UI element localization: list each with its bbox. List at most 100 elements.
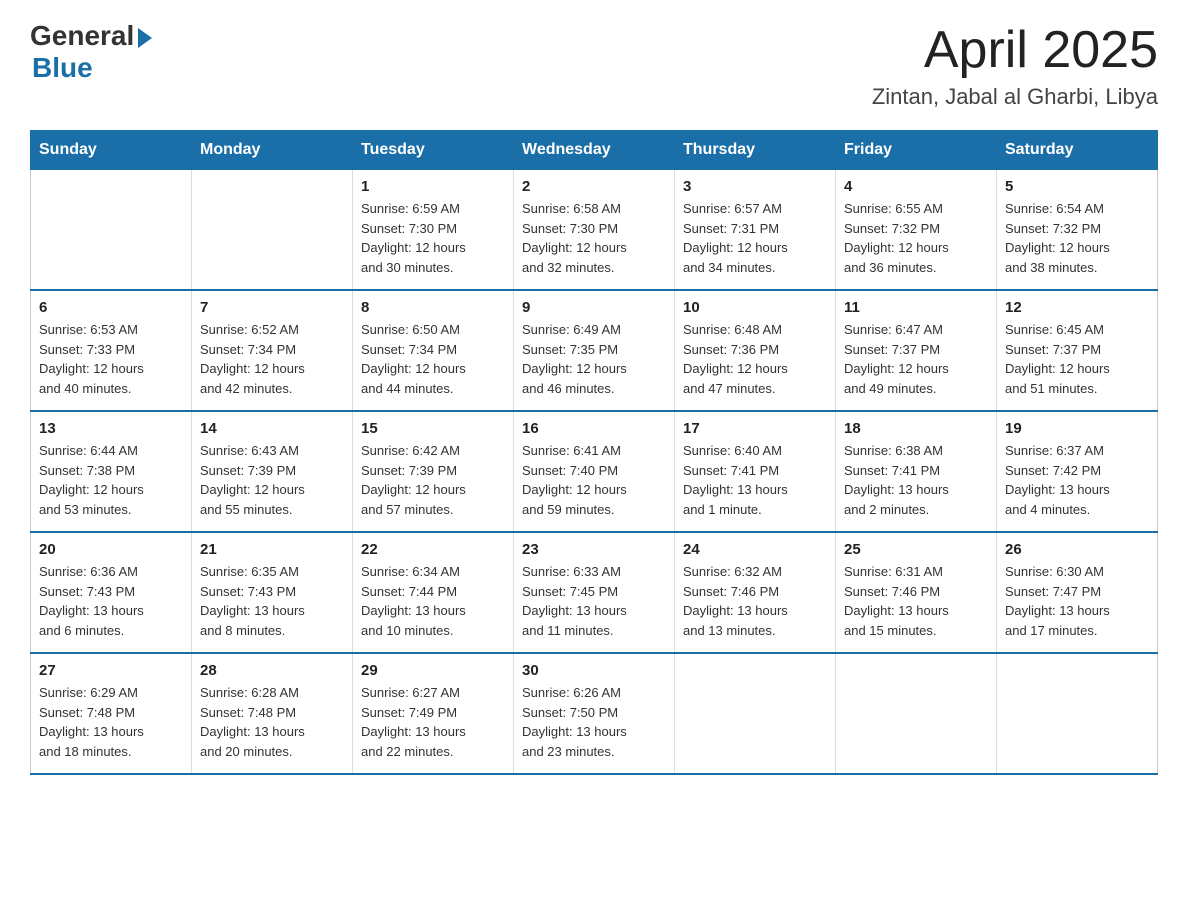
day-info: Sunrise: 6:33 AM Sunset: 7:45 PM Dayligh… xyxy=(522,562,666,640)
calendar-table: SundayMondayTuesdayWednesdayThursdayFrid… xyxy=(30,130,1158,775)
day-number: 29 xyxy=(361,662,505,679)
day-number: 6 xyxy=(39,299,183,316)
day-number: 9 xyxy=(522,299,666,316)
logo: General Blue xyxy=(30,20,152,84)
calendar-cell: 24Sunrise: 6:32 AM Sunset: 7:46 PM Dayli… xyxy=(675,532,836,653)
calendar-cell xyxy=(675,653,836,774)
calendar-cell: 19 Sunrise: 6:37 AM Sunset: 7:42 PM Dayli… xyxy=(997,411,1158,532)
day-header-row: SundayMondayTuesdayWednesdayThursdayFrid… xyxy=(31,131,1158,170)
day-info: Sunrise: 6:34 AM Sunset: 7:44 PM Dayligh… xyxy=(361,562,505,640)
day-number: 13 xyxy=(39,420,183,437)
day-header-tuesday: Tuesday xyxy=(353,131,514,170)
day-number: 3 xyxy=(683,178,827,195)
day-header-thursday: Thursday xyxy=(675,131,836,170)
calendar-body: 1 Sunrise: 6:59 AM Sunset: 7:30 PM Daylig… xyxy=(31,170,1158,775)
calendar-cell: 6 Sunrise: 6:53 AM Sunset: 7:33 PM Daylig… xyxy=(31,290,192,411)
calendar-cell: 17 Sunrise: 6:40 AM Sunset: 7:41 PM Dayli… xyxy=(675,411,836,532)
calendar-cell: 16Sunrise: 6:41 AM Sunset: 7:40 PM Dayli… xyxy=(514,411,675,532)
week-row-2: 6 Sunrise: 6:53 AM Sunset: 7:33 PM Daylig… xyxy=(31,290,1158,411)
day-number: 1 xyxy=(361,178,505,195)
calendar-cell: 10 Sunrise: 6:48 AM Sunset: 7:36 PM Dayli… xyxy=(675,290,836,411)
calendar-cell: 29 Sunrise: 6:27 AM Sunset: 7:49 PM Dayli… xyxy=(353,653,514,774)
calendar-cell: 12Sunrise: 6:45 AM Sunset: 7:37 PM Dayli… xyxy=(997,290,1158,411)
calendar-header: SundayMondayTuesdayWednesdayThursdayFrid… xyxy=(31,131,1158,170)
calendar-cell: 27 Sunrise: 6:29 AM Sunset: 7:48 PM Dayli… xyxy=(31,653,192,774)
day-info: Sunrise: 6:31 AM Sunset: 7:46 PM Dayligh… xyxy=(844,562,988,640)
week-row-3: 13 Sunrise: 6:44 AM Sunset: 7:38 PM Dayli… xyxy=(31,411,1158,532)
calendar-cell: 28 Sunrise: 6:28 AM Sunset: 7:48 PM Dayli… xyxy=(192,653,353,774)
day-number: 24 xyxy=(683,541,827,558)
day-header-friday: Friday xyxy=(836,131,997,170)
day-info: Sunrise: 6:59 AM Sunset: 7:30 PM Dayligh… xyxy=(361,199,505,277)
calendar-cell: 3 Sunrise: 6:57 AM Sunset: 7:31 PM Daylig… xyxy=(675,170,836,291)
day-info: Sunrise: 6:48 AM Sunset: 7:36 PM Dayligh… xyxy=(683,320,827,398)
calendar-cell: 4Sunrise: 6:55 AM Sunset: 7:32 PM Daylig… xyxy=(836,170,997,291)
calendar-cell xyxy=(836,653,997,774)
day-number: 20 xyxy=(39,541,183,558)
day-number: 27 xyxy=(39,662,183,679)
day-number: 17 xyxy=(683,420,827,437)
day-info: Sunrise: 6:50 AM Sunset: 7:34 PM Dayligh… xyxy=(361,320,505,398)
day-header-wednesday: Wednesday xyxy=(514,131,675,170)
calendar-cell: 1 Sunrise: 6:59 AM Sunset: 7:30 PM Daylig… xyxy=(353,170,514,291)
logo-arrow-icon xyxy=(138,28,152,48)
calendar-cell: 11Sunrise: 6:47 AM Sunset: 7:37 PM Dayli… xyxy=(836,290,997,411)
day-header-sunday: Sunday xyxy=(31,131,192,170)
day-info: Sunrise: 6:55 AM Sunset: 7:32 PM Dayligh… xyxy=(844,199,988,277)
calendar-cell: 14 Sunrise: 6:43 AM Sunset: 7:39 PM Dayli… xyxy=(192,411,353,532)
day-number: 2 xyxy=(522,178,666,195)
day-info: Sunrise: 6:44 AM Sunset: 7:38 PM Dayligh… xyxy=(39,441,183,519)
calendar-cell xyxy=(192,170,353,291)
day-number: 15 xyxy=(361,420,505,437)
day-header-saturday: Saturday xyxy=(997,131,1158,170)
day-info: Sunrise: 6:57 AM Sunset: 7:31 PM Dayligh… xyxy=(683,199,827,277)
calendar-cell: 26Sunrise: 6:30 AM Sunset: 7:47 PM Dayli… xyxy=(997,532,1158,653)
calendar-cell: 13 Sunrise: 6:44 AM Sunset: 7:38 PM Dayli… xyxy=(31,411,192,532)
week-row-5: 27 Sunrise: 6:29 AM Sunset: 7:48 PM Dayli… xyxy=(31,653,1158,774)
calendar-cell xyxy=(31,170,192,291)
day-info: Sunrise: 6:53 AM Sunset: 7:33 PM Dayligh… xyxy=(39,320,183,398)
day-info: Sunrise: 6:29 AM Sunset: 7:48 PM Dayligh… xyxy=(39,683,183,761)
calendar-cell: 22Sunrise: 6:34 AM Sunset: 7:44 PM Dayli… xyxy=(353,532,514,653)
day-info: Sunrise: 6:30 AM Sunset: 7:47 PM Dayligh… xyxy=(1005,562,1149,640)
month-year-title: April 2025 xyxy=(872,20,1158,80)
day-info: Sunrise: 6:41 AM Sunset: 7:40 PM Dayligh… xyxy=(522,441,666,519)
day-info: Sunrise: 6:49 AM Sunset: 7:35 PM Dayligh… xyxy=(522,320,666,398)
page-header: General Blue April 2025 Zintan, Jabal al… xyxy=(30,20,1158,110)
day-number: 8 xyxy=(361,299,505,316)
day-number: 21 xyxy=(200,541,344,558)
calendar-cell: 9 Sunrise: 6:49 AM Sunset: 7:35 PM Daylig… xyxy=(514,290,675,411)
week-row-4: 20 Sunrise: 6:36 AM Sunset: 7:43 PM Dayli… xyxy=(31,532,1158,653)
logo-blue-text: Blue xyxy=(32,52,93,84)
location-subtitle: Zintan, Jabal al Gharbi, Libya xyxy=(872,84,1158,110)
day-info: Sunrise: 6:35 AM Sunset: 7:43 PM Dayligh… xyxy=(200,562,344,640)
day-info: Sunrise: 6:45 AM Sunset: 7:37 PM Dayligh… xyxy=(1005,320,1149,398)
day-info: Sunrise: 6:43 AM Sunset: 7:39 PM Dayligh… xyxy=(200,441,344,519)
day-number: 28 xyxy=(200,662,344,679)
calendar-cell: 18Sunrise: 6:38 AM Sunset: 7:41 PM Dayli… xyxy=(836,411,997,532)
day-info: Sunrise: 6:47 AM Sunset: 7:37 PM Dayligh… xyxy=(844,320,988,398)
day-info: Sunrise: 6:26 AM Sunset: 7:50 PM Dayligh… xyxy=(522,683,666,761)
calendar-cell: 15 Sunrise: 6:42 AM Sunset: 7:39 PM Dayli… xyxy=(353,411,514,532)
day-info: Sunrise: 6:52 AM Sunset: 7:34 PM Dayligh… xyxy=(200,320,344,398)
day-number: 25 xyxy=(844,541,988,558)
day-info: Sunrise: 6:42 AM Sunset: 7:39 PM Dayligh… xyxy=(361,441,505,519)
calendar-cell: 7Sunrise: 6:52 AM Sunset: 7:34 PM Daylig… xyxy=(192,290,353,411)
calendar-cell: 5 Sunrise: 6:54 AM Sunset: 7:32 PM Daylig… xyxy=(997,170,1158,291)
day-info: Sunrise: 6:54 AM Sunset: 7:32 PM Dayligh… xyxy=(1005,199,1149,277)
day-number: 10 xyxy=(683,299,827,316)
day-info: Sunrise: 6:58 AM Sunset: 7:30 PM Dayligh… xyxy=(522,199,666,277)
day-number: 5 xyxy=(1005,178,1149,195)
title-section: April 2025 Zintan, Jabal al Gharbi, Liby… xyxy=(872,20,1158,110)
day-header-monday: Monday xyxy=(192,131,353,170)
day-info: Sunrise: 6:36 AM Sunset: 7:43 PM Dayligh… xyxy=(39,562,183,640)
week-row-1: 1 Sunrise: 6:59 AM Sunset: 7:30 PM Daylig… xyxy=(31,170,1158,291)
calendar-cell: 23Sunrise: 6:33 AM Sunset: 7:45 PM Dayli… xyxy=(514,532,675,653)
day-number: 19 xyxy=(1005,420,1149,437)
day-number: 14 xyxy=(200,420,344,437)
day-number: 30 xyxy=(522,662,666,679)
day-info: Sunrise: 6:28 AM Sunset: 7:48 PM Dayligh… xyxy=(200,683,344,761)
day-info: Sunrise: 6:40 AM Sunset: 7:41 PM Dayligh… xyxy=(683,441,827,519)
day-info: Sunrise: 6:27 AM Sunset: 7:49 PM Dayligh… xyxy=(361,683,505,761)
day-info: Sunrise: 6:37 AM Sunset: 7:42 PM Dayligh… xyxy=(1005,441,1149,519)
